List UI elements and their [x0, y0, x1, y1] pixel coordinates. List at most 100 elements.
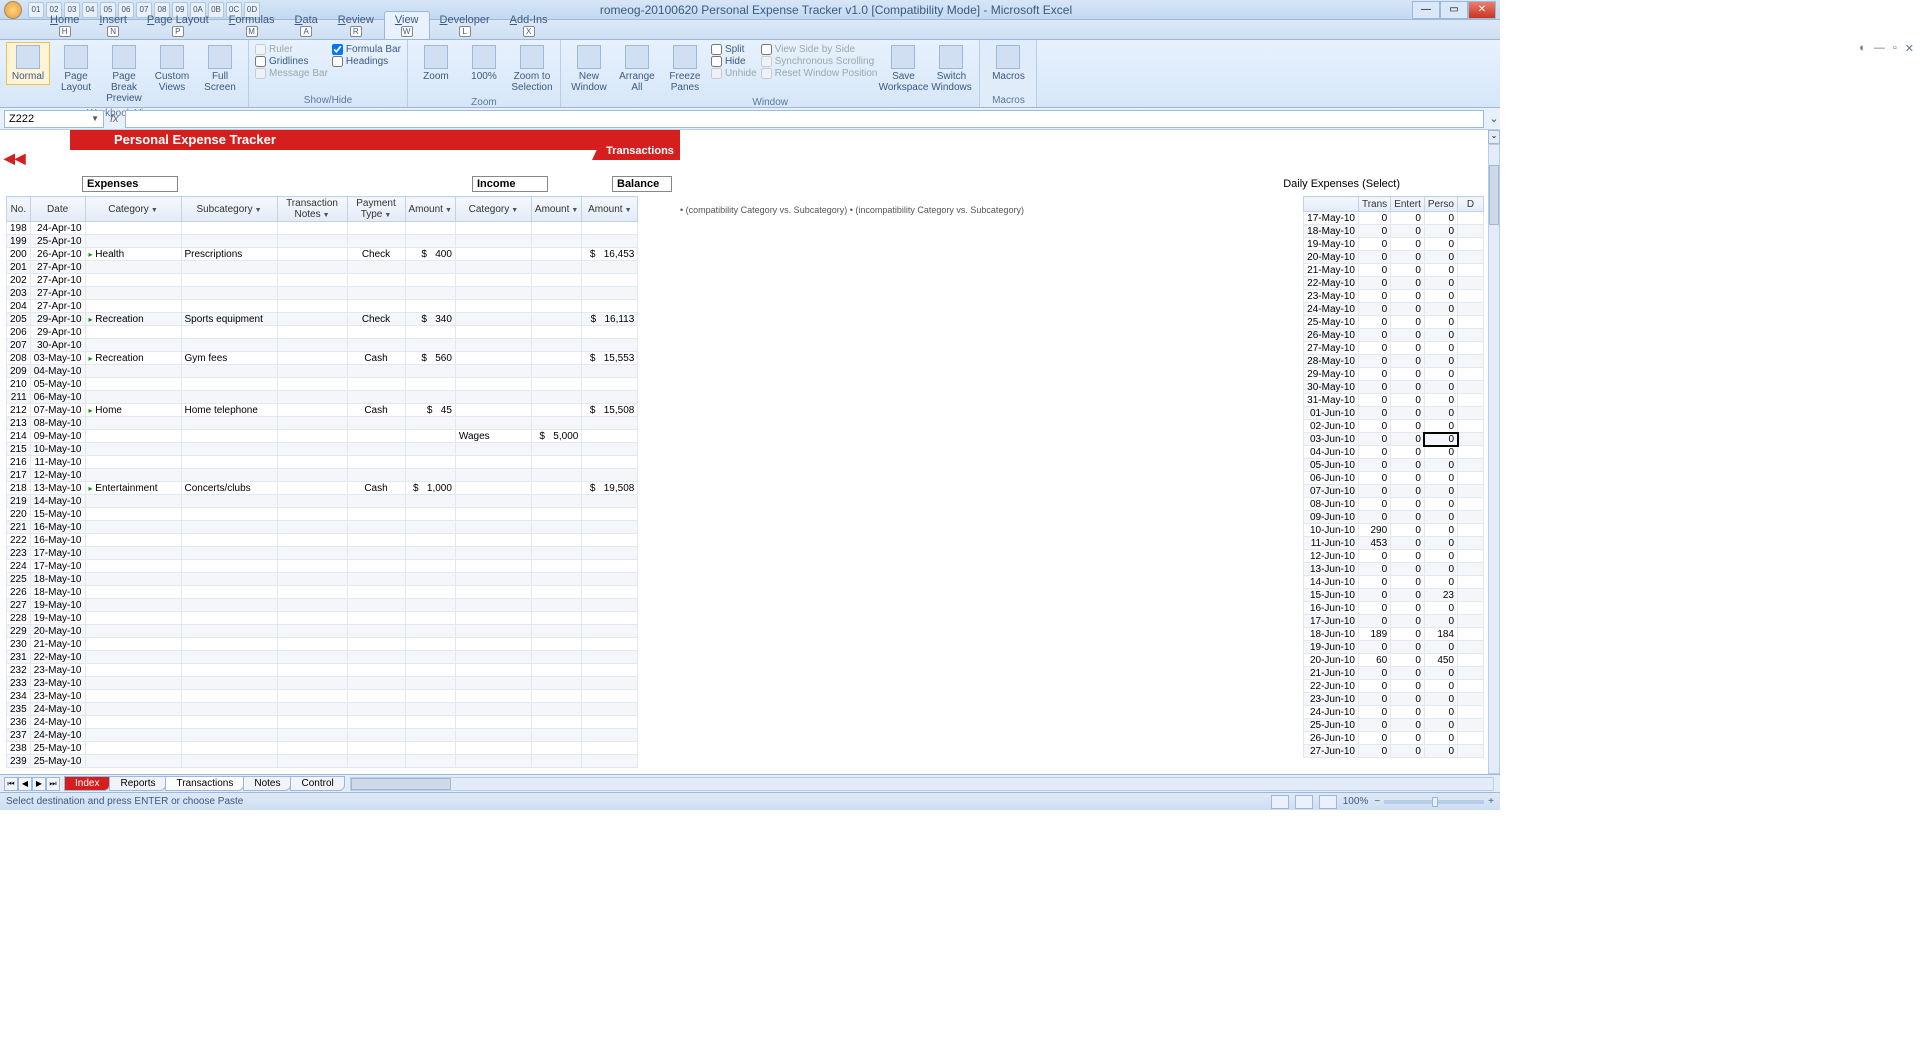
daily-row[interactable]: 27-Jun-10000: [1304, 745, 1484, 758]
sheet-tab-notes[interactable]: Notes: [243, 776, 291, 791]
table-row[interactable]: 21308-May-10: [7, 417, 638, 430]
daily-row[interactable]: 18-Jun-101890184: [1304, 628, 1484, 641]
col-category[interactable]: Category▼: [85, 197, 181, 222]
office-button[interactable]: [4, 1, 22, 19]
table-row[interactable]: 21611-May-10: [7, 456, 638, 469]
help-icon[interactable]: ◐: [1859, 42, 1866, 55]
table-row[interactable]: 23925-May-10: [7, 755, 638, 768]
checkbox-split[interactable]: Split: [711, 44, 757, 55]
table-row[interactable]: 19824-Apr-10: [7, 222, 638, 235]
table-row[interactable]: 21005-May-10: [7, 378, 638, 391]
arrange-all-button[interactable]: Arrange All: [615, 42, 659, 96]
col-payment[interactable]: Payment Type▼: [347, 197, 405, 222]
daily-row[interactable]: 10-Jun-1029000: [1304, 524, 1484, 537]
fx-icon[interactable]: fx: [110, 113, 119, 125]
scroll-thumb[interactable]: [1489, 165, 1499, 225]
daily-row[interactable]: 23-May-10000: [1304, 290, 1484, 303]
full-screen-button[interactable]: Full Screen: [198, 42, 242, 96]
nav-arrows-icon[interactable]: ◀◀: [4, 150, 26, 167]
daily-row[interactable]: 07-Jun-10000: [1304, 485, 1484, 498]
table-row[interactable]: 22216-May-10: [7, 534, 638, 547]
daily-row[interactable]: 26-Jun-10000: [1304, 732, 1484, 745]
table-row[interactable]: 21712-May-10: [7, 469, 638, 482]
chevron-down-icon[interactable]: ▼: [91, 114, 99, 123]
table-row[interactable]: 20904-May-10: [7, 365, 638, 378]
table-row[interactable]: 23524-May-10: [7, 703, 638, 716]
daily-row[interactable]: 30-May-10000: [1304, 381, 1484, 394]
table-row[interactable]: 19925-Apr-10: [7, 235, 638, 248]
daily-row[interactable]: 16-Jun-10000: [1304, 602, 1484, 615]
table-row[interactable]: 20427-Apr-10: [7, 300, 638, 313]
daily-row[interactable]: 13-Jun-10000: [1304, 563, 1484, 576]
transactions-table[interactable]: No.DateCategory▼Subcategory▼Transaction …: [6, 196, 638, 768]
daily-row[interactable]: 23-Jun-10000: [1304, 693, 1484, 706]
daily-row[interactable]: 19-May-10000: [1304, 238, 1484, 251]
sheet-tab-control[interactable]: Control: [290, 776, 344, 791]
col-no[interactable]: No.: [7, 197, 31, 222]
freeze-panes-button[interactable]: Freeze Panes: [663, 42, 707, 96]
daily-col[interactable]: Perso: [1424, 197, 1457, 212]
zoom-out-button[interactable]: −: [1374, 796, 1380, 807]
table-row[interactable]: 22116-May-10: [7, 521, 638, 534]
page-break-view-button[interactable]: [1319, 795, 1337, 809]
col-inc_cat[interactable]: Category▼: [455, 197, 531, 222]
ribbon-tab-view[interactable]: ViewW: [384, 11, 430, 39]
daily-row[interactable]: 24-May-10000: [1304, 303, 1484, 316]
daily-row[interactable]: 02-Jun-10000: [1304, 420, 1484, 433]
page-layout-button[interactable]: Page Layout: [54, 42, 98, 96]
formula-input[interactable]: [125, 110, 1484, 128]
ribbon-tab-review[interactable]: ReviewR: [328, 12, 384, 39]
table-row[interactable]: 22719-May-10: [7, 599, 638, 612]
daily-row[interactable]: 22-May-10000: [1304, 277, 1484, 290]
table-row[interactable]: 23323-May-10: [7, 677, 638, 690]
table-row[interactable]: 20127-Apr-10: [7, 261, 638, 274]
name-box[interactable]: Z222 ▼: [4, 110, 104, 128]
table-row[interactable]: 22015-May-10: [7, 508, 638, 521]
sheet-tab-transactions[interactable]: Transactions: [165, 776, 244, 791]
first-sheet-button[interactable]: ⏮: [4, 777, 18, 791]
maximize-button[interactable]: ▭: [1440, 1, 1468, 19]
daily-row[interactable]: 19-Jun-10000: [1304, 641, 1484, 654]
table-row[interactable]: 20730-Apr-10: [7, 339, 638, 352]
table-row[interactable]: 20327-Apr-10: [7, 287, 638, 300]
daily-row[interactable]: 18-May-10000: [1304, 225, 1484, 238]
table-row[interactable]: 23223-May-10: [7, 664, 638, 677]
daily-row[interactable]: 15-Jun-100023: [1304, 589, 1484, 602]
table-row[interactable]: 23825-May-10: [7, 742, 638, 755]
minimize-ribbon-icon[interactable]: —: [1874, 42, 1885, 55]
daily-row[interactable]: 08-Jun-10000: [1304, 498, 1484, 511]
zoom-slider[interactable]: [1384, 800, 1484, 804]
table-row[interactable]: 21914-May-10: [7, 495, 638, 508]
daily-row[interactable]: 25-Jun-10000: [1304, 719, 1484, 732]
ribbon-tab-formulas[interactable]: FormulasM: [219, 12, 285, 39]
daily-row[interactable]: 31-May-10000: [1304, 394, 1484, 407]
daily-row[interactable]: 06-Jun-10000: [1304, 472, 1484, 485]
save-workspace-button[interactable]: Save Workspace: [881, 42, 925, 96]
daily-row[interactable]: 21-Jun-10000: [1304, 667, 1484, 680]
daily-row[interactable]: 20-May-10000: [1304, 251, 1484, 264]
close-workbook-icon[interactable]: ✕: [1905, 42, 1914, 55]
checkbox-formula-bar[interactable]: Formula Bar: [332, 44, 401, 55]
table-row[interactable]: 22518-May-10: [7, 573, 638, 586]
table-row[interactable]: 22417-May-10: [7, 560, 638, 573]
daily-row[interactable]: 17-May-10000: [1304, 212, 1484, 225]
col-notes[interactable]: Transaction Notes▼: [277, 197, 347, 222]
scroll-thumb[interactable]: [351, 778, 451, 790]
daily-row[interactable]: 20-Jun-10600450: [1304, 654, 1484, 667]
daily-expenses-table[interactable]: TransEntertPersoD17-May-1000018-May-1000…: [1303, 196, 1484, 758]
normal-button[interactable]: Normal: [6, 42, 50, 85]
daily-col[interactable]: Trans: [1358, 197, 1390, 212]
daily-row[interactable]: 25-May-10000: [1304, 316, 1484, 329]
checkbox-view-side-by-side[interactable]: View Side by Side: [761, 44, 878, 55]
ribbon-tab-add-ins[interactable]: Add-InsX: [500, 12, 558, 39]
daily-row[interactable]: 27-May-10000: [1304, 342, 1484, 355]
table-row[interactable]: 22618-May-10: [7, 586, 638, 599]
daily-row[interactable]: 04-Jun-10000: [1304, 446, 1484, 459]
table-row[interactable]: 23624-May-10: [7, 716, 638, 729]
table-row[interactable]: 20026-Apr-10▸ HealthPrescriptionsCheck$ …: [7, 248, 638, 261]
ribbon-tab-developer[interactable]: DeveloperL: [430, 12, 500, 39]
table-row[interactable]: 23724-May-10: [7, 729, 638, 742]
daily-row[interactable]: 05-Jun-10000: [1304, 459, 1484, 472]
daily-row[interactable]: 12-Jun-10000: [1304, 550, 1484, 563]
table-row[interactable]: 23122-May-10: [7, 651, 638, 664]
